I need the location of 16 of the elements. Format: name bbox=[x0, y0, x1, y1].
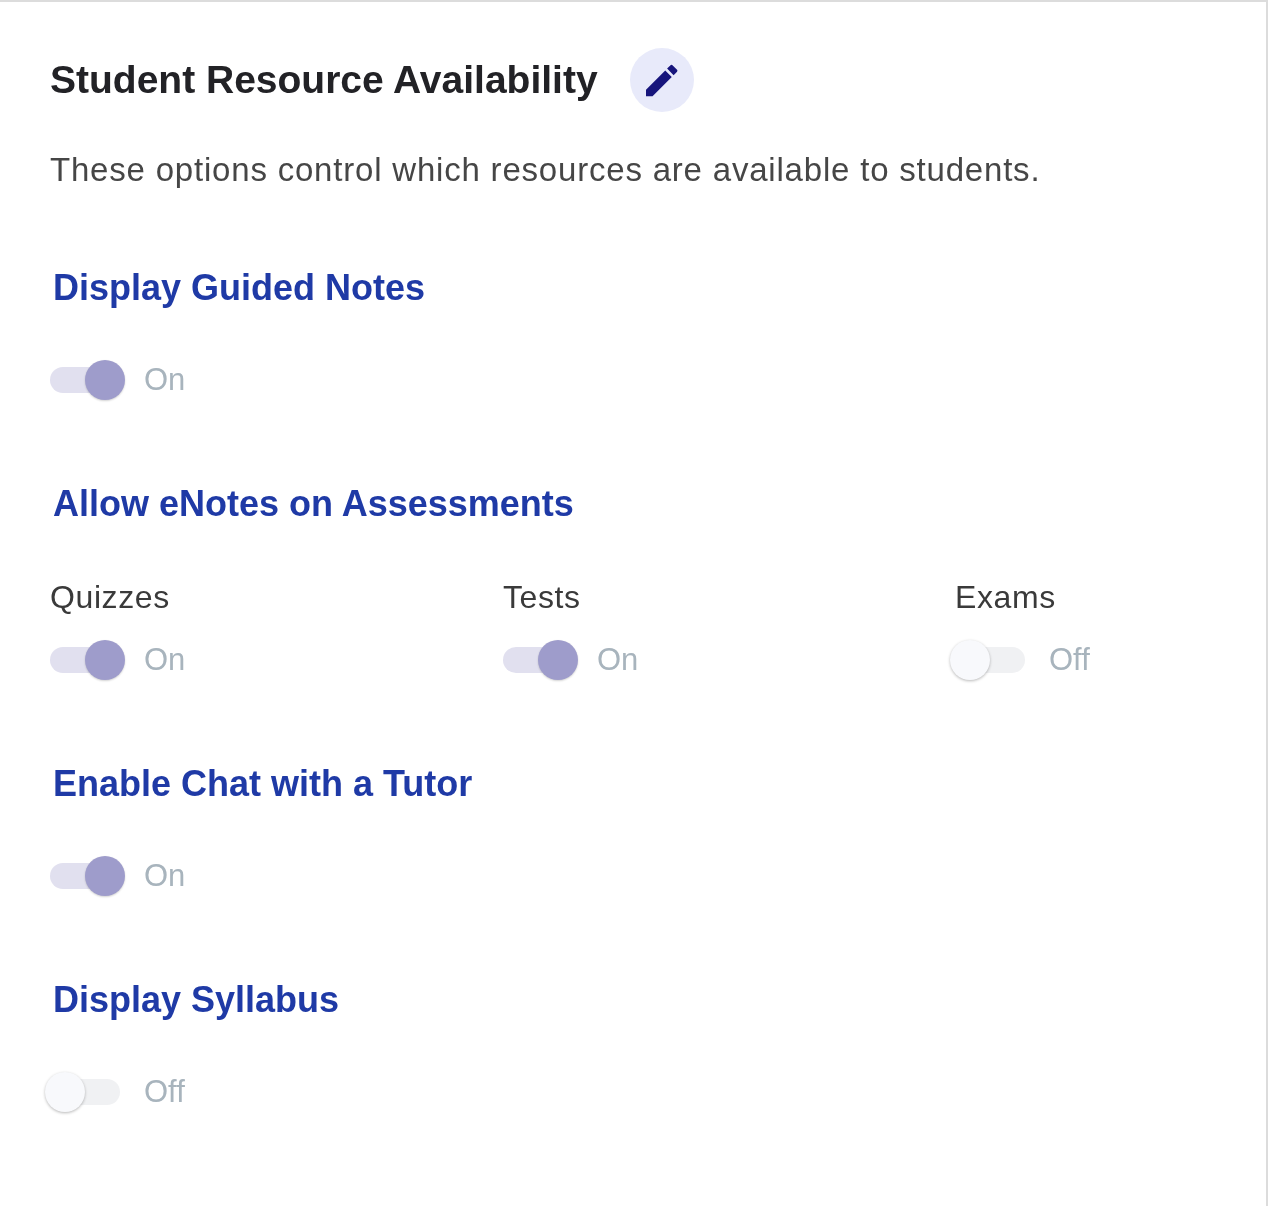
setting-heading: Enable Chat with a Tutor bbox=[53, 764, 473, 804]
section-title: Student Resource Availability bbox=[50, 57, 598, 103]
toggle-state-label: Off bbox=[144, 1073, 185, 1111]
setting-heading: Display Syllabus bbox=[53, 980, 340, 1020]
pencil-icon bbox=[645, 63, 678, 97]
setting-heading: Allow eNotes on Assessments bbox=[53, 484, 574, 524]
option-label: Quizzes bbox=[50, 579, 170, 615]
option-label: Tests bbox=[503, 579, 581, 615]
toggle-state-label: On bbox=[597, 641, 639, 679]
section-description: These options control which resources are available to students. bbox=[50, 150, 1041, 190]
option-label: Exams bbox=[955, 579, 1056, 615]
toggle-state-label: On bbox=[144, 641, 186, 679]
toggle-state-label: Off bbox=[1049, 641, 1090, 679]
setting-heading: Display Guided Notes bbox=[53, 268, 426, 308]
toggle-state-label: On bbox=[144, 361, 186, 399]
toggle-state-label: On bbox=[144, 857, 186, 895]
